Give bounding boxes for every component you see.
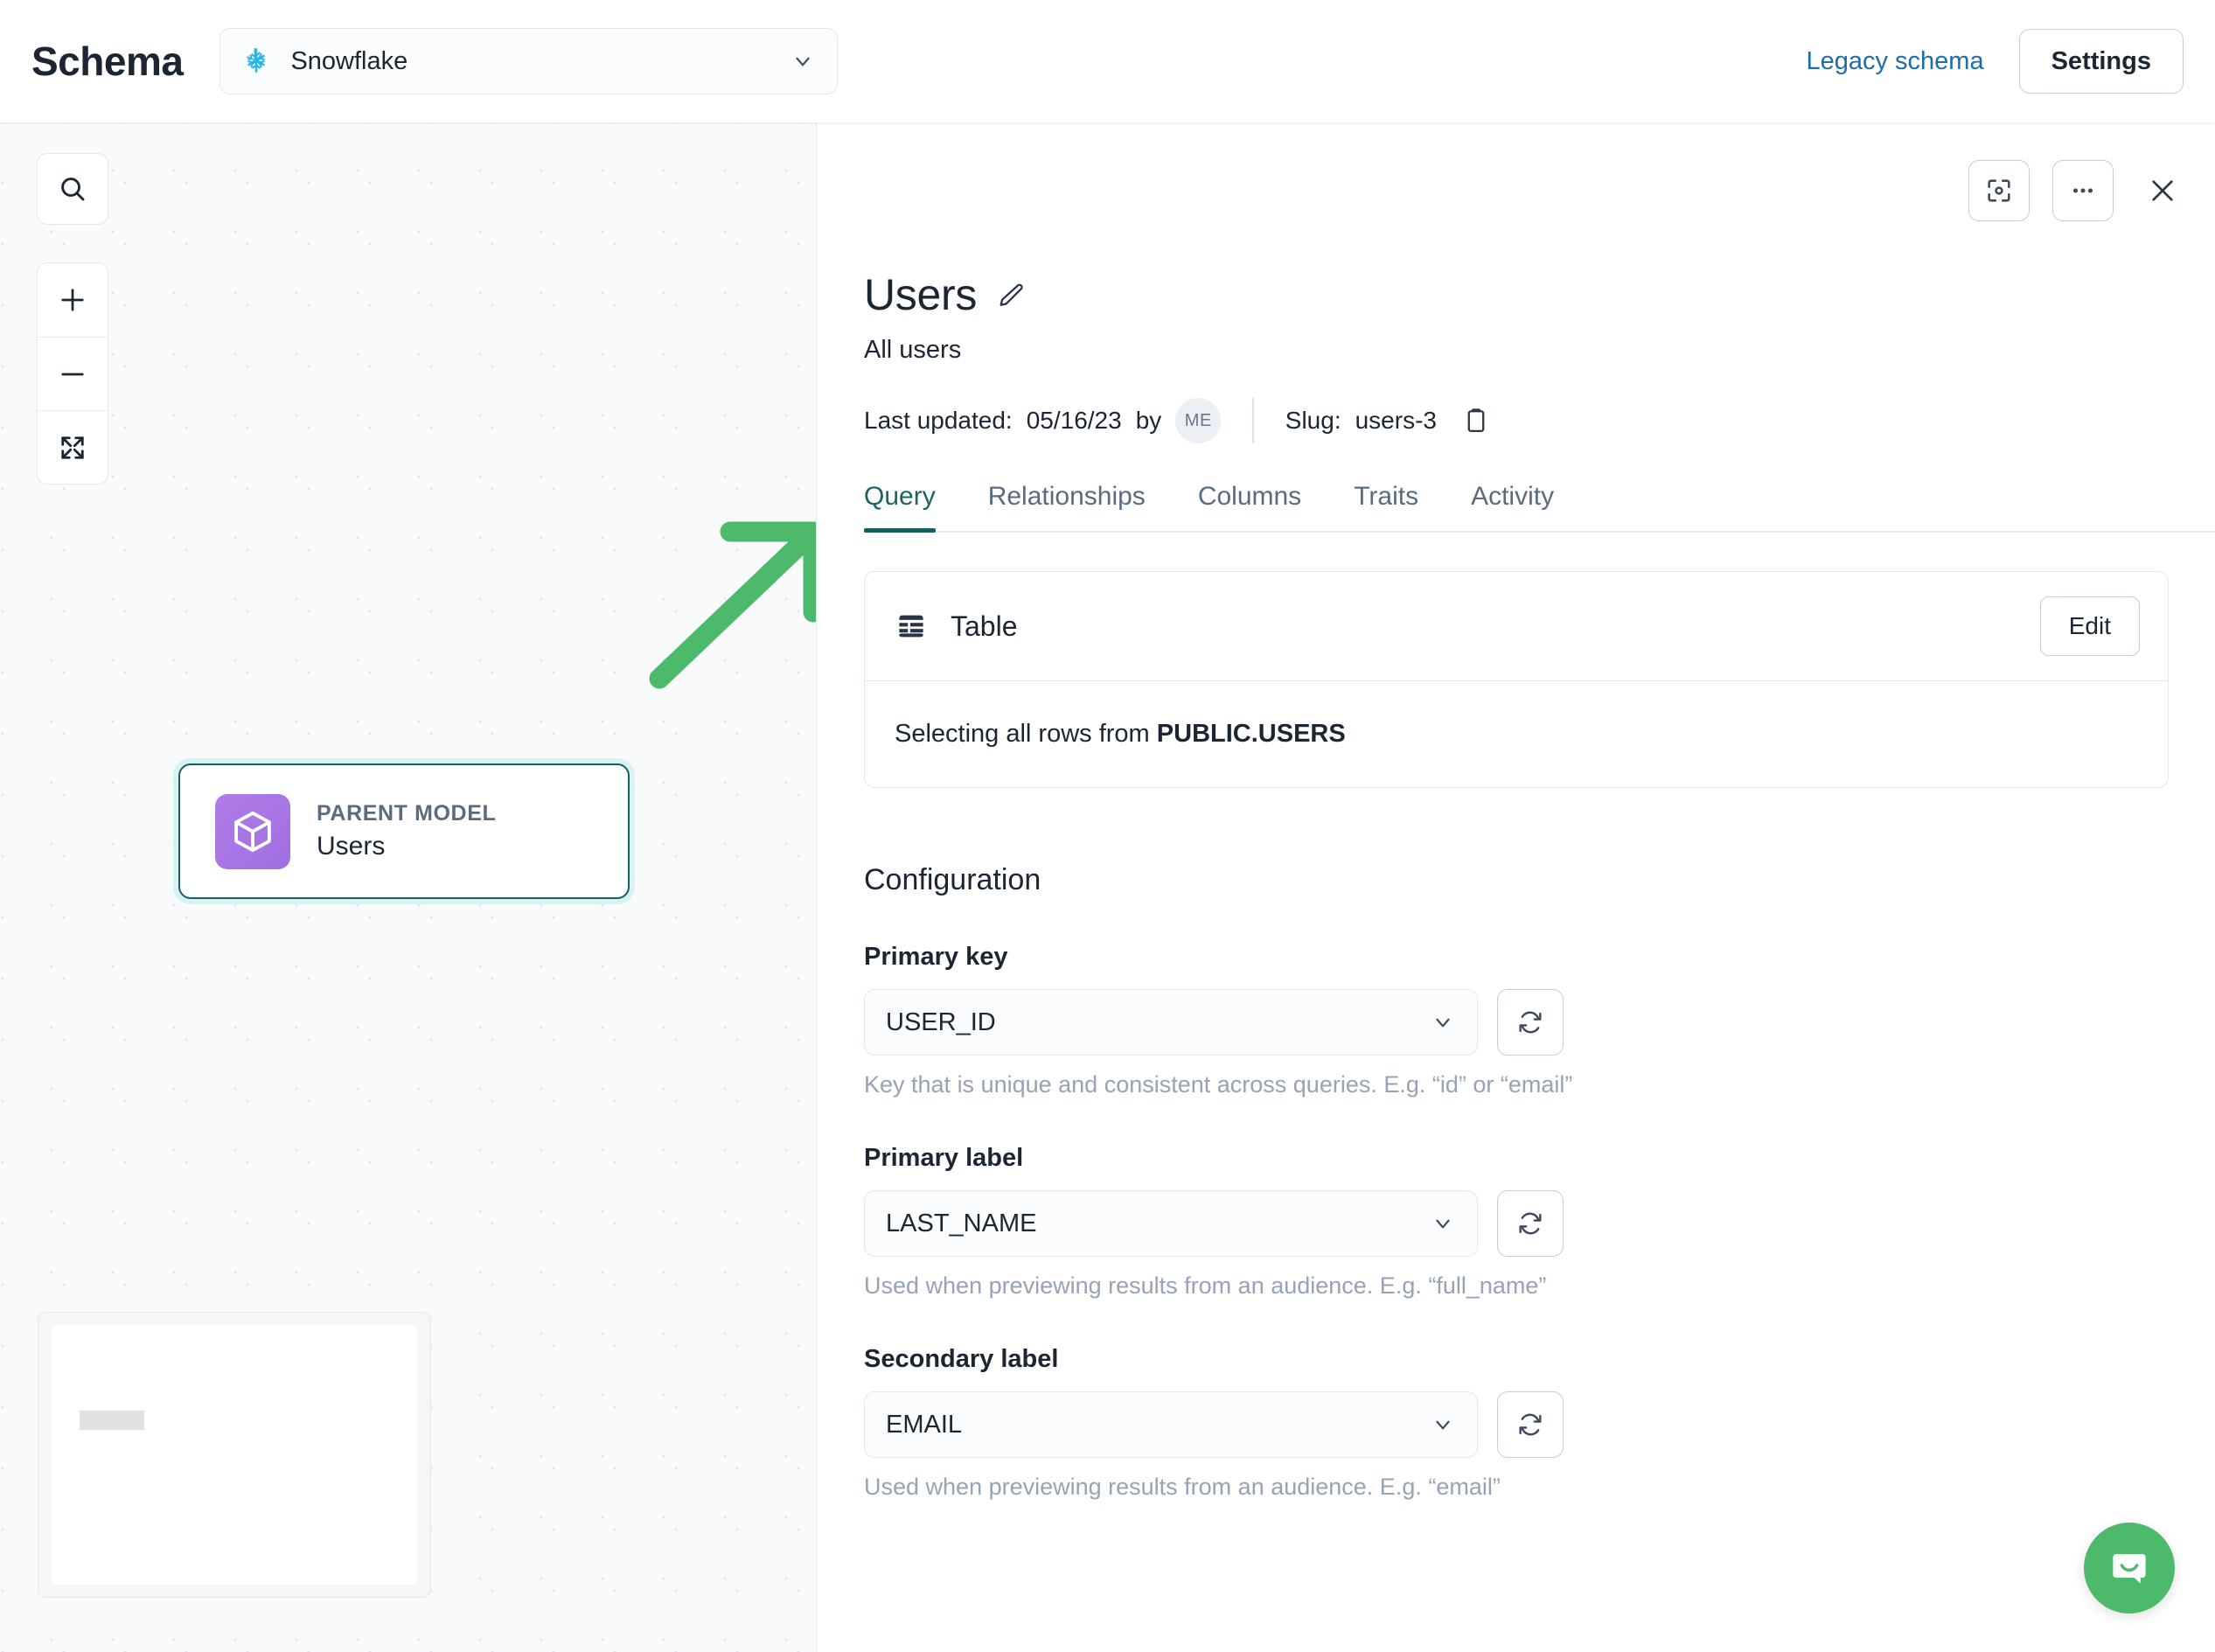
field-label: Secondary label	[864, 1345, 1059, 1373]
source-select-label: Snowflake	[290, 46, 408, 75]
primary-key-value: USER_ID	[886, 1007, 996, 1036]
secondary-label-value: EMAIL	[886, 1410, 963, 1439]
tab-query[interactable]: Query	[864, 482, 962, 533]
copy-slug-button[interactable]	[1461, 406, 1491, 436]
plus-icon	[61, 289, 84, 311]
header-actions: Legacy schema Settings	[1806, 29, 2215, 94]
cube-icon	[215, 793, 290, 869]
field-label: Primary key	[864, 943, 1008, 971]
tab-relationships[interactable]: Relationships	[962, 482, 1172, 531]
node-kicker: PARENT MODEL	[317, 801, 497, 826]
primary-label-value: LAST_NAME	[886, 1209, 1037, 1237]
parent-model-node[interactable]: PARENT MODEL Users	[178, 763, 630, 899]
refresh-primary-key-button[interactable]	[1497, 989, 1564, 1056]
tab-traits[interactable]: Traits	[1327, 482, 1445, 531]
node-name: Users	[317, 832, 386, 861]
chevron-down-icon	[1436, 1219, 1450, 1229]
field-primary-key: Primary key USER_ID Key that is unique a…	[864, 943, 2168, 1098]
more-options-button[interactable]	[2052, 160, 2114, 221]
refresh-icon	[1519, 1212, 1542, 1235]
configuration-heading: Configuration	[864, 863, 1041, 896]
query-description-target: PUBLIC.USERS	[1156, 720, 1346, 748]
fit-view-button[interactable]	[38, 410, 108, 484]
query-description: Selecting all rows from PUBLIC.USERS	[865, 680, 2168, 787]
pencil-icon	[1000, 283, 1023, 306]
primary-key-select[interactable]: USER_ID	[864, 989, 1478, 1056]
chevron-down-icon	[1436, 1018, 1450, 1028]
edit-title-button[interactable]	[996, 280, 1026, 310]
minimap-viewport	[52, 1325, 417, 1585]
expand-icon	[61, 436, 84, 459]
legacy-schema-link[interactable]: Legacy schema	[1806, 47, 1983, 76]
query-card-header: Table Edit	[865, 572, 2168, 680]
last-updated-date: 05/16/23	[1026, 407, 1122, 434]
avatar[interactable]: ME	[1175, 398, 1222, 443]
zoom-out-button[interactable]	[38, 337, 108, 410]
panel-subtitle: All users	[864, 336, 962, 364]
slug-value: users-3	[1355, 407, 1437, 434]
query-card: Table Edit Selecting all rows from PUBLI…	[864, 571, 2169, 788]
refresh-primary-label-button[interactable]	[1497, 1190, 1564, 1257]
clipboard-icon	[1467, 408, 1485, 433]
focus-frame-icon	[1988, 179, 2010, 202]
refresh-icon	[1519, 1011, 1542, 1034]
field-help: Used when previewing results from an aud…	[864, 1272, 1547, 1299]
edit-query-button[interactable]: Edit	[2039, 596, 2140, 656]
source-select[interactable]: Snowflake	[219, 28, 839, 94]
query-card-title: Table	[951, 610, 1018, 642]
schema-canvas[interactable]: PARENT MODEL Users	[0, 122, 816, 1652]
refresh-icon	[1519, 1413, 1542, 1436]
close-panel-button[interactable]	[2140, 168, 2185, 213]
field-help: Used when previewing results from an aud…	[864, 1474, 1501, 1500]
ellipsis-icon	[2072, 188, 2093, 193]
panel-meta: Last updated: 05/16/23 by ME Slug: users…	[864, 398, 2215, 443]
query-description-prefix: Selecting all rows from	[895, 720, 1157, 748]
chevron-down-icon	[1436, 1420, 1450, 1430]
field-secondary-label: Secondary label EMAIL Used when previewi…	[864, 1345, 2168, 1501]
zoom-in-button[interactable]	[38, 263, 108, 337]
by-label: by	[1135, 407, 1162, 434]
refresh-secondary-label-button[interactable]	[1497, 1391, 1564, 1458]
panel-body: Table Edit Selecting all rows from PUBLI…	[817, 571, 2215, 1501]
panel-actions	[1968, 160, 2185, 221]
search-icon	[61, 178, 85, 201]
slug-label: Slug:	[1285, 407, 1341, 434]
field-help: Key that is unique and consistent across…	[864, 1071, 1573, 1098]
focus-node-button[interactable]	[1968, 160, 2030, 221]
minimap-node	[80, 1411, 144, 1430]
app-header: Schema Snowflake Legacy schema Settings	[0, 0, 2215, 122]
panel-tabs: Query Relationships Columns Traits Activ…	[864, 482, 2215, 533]
tab-columns[interactable]: Columns	[1172, 482, 1327, 531]
primary-label-select[interactable]: LAST_NAME	[864, 1190, 1478, 1257]
arrow-annotation	[649, 521, 816, 689]
zoom-controls	[37, 262, 108, 484]
panel-title: Users	[864, 270, 978, 319]
tab-activity[interactable]: Activity	[1445, 482, 1580, 531]
chat-launcher-button[interactable]	[2084, 1523, 2175, 1614]
chat-bubble-icon	[2113, 1553, 2146, 1584]
canvas-search-button[interactable]	[37, 153, 108, 225]
snowflake-icon	[247, 48, 266, 73]
minimap[interactable]	[38, 1312, 431, 1598]
detail-panel: Users All users Last updated: 05/16/23 b…	[816, 122, 2215, 1652]
meta-divider	[1252, 398, 1254, 443]
field-label: Primary label	[864, 1144, 1024, 1172]
chevron-down-icon	[796, 57, 811, 66]
close-icon	[2152, 180, 2173, 201]
secondary-label-select[interactable]: EMAIL	[864, 1391, 1478, 1458]
last-updated-label: Last updated:	[864, 407, 1013, 434]
minus-icon	[61, 373, 84, 375]
settings-button[interactable]: Settings	[2018, 29, 2184, 94]
field-primary-label: Primary label LAST_NAME Used when previe…	[864, 1144, 2168, 1300]
page-title: Schema	[31, 38, 184, 84]
table-icon	[899, 615, 923, 638]
